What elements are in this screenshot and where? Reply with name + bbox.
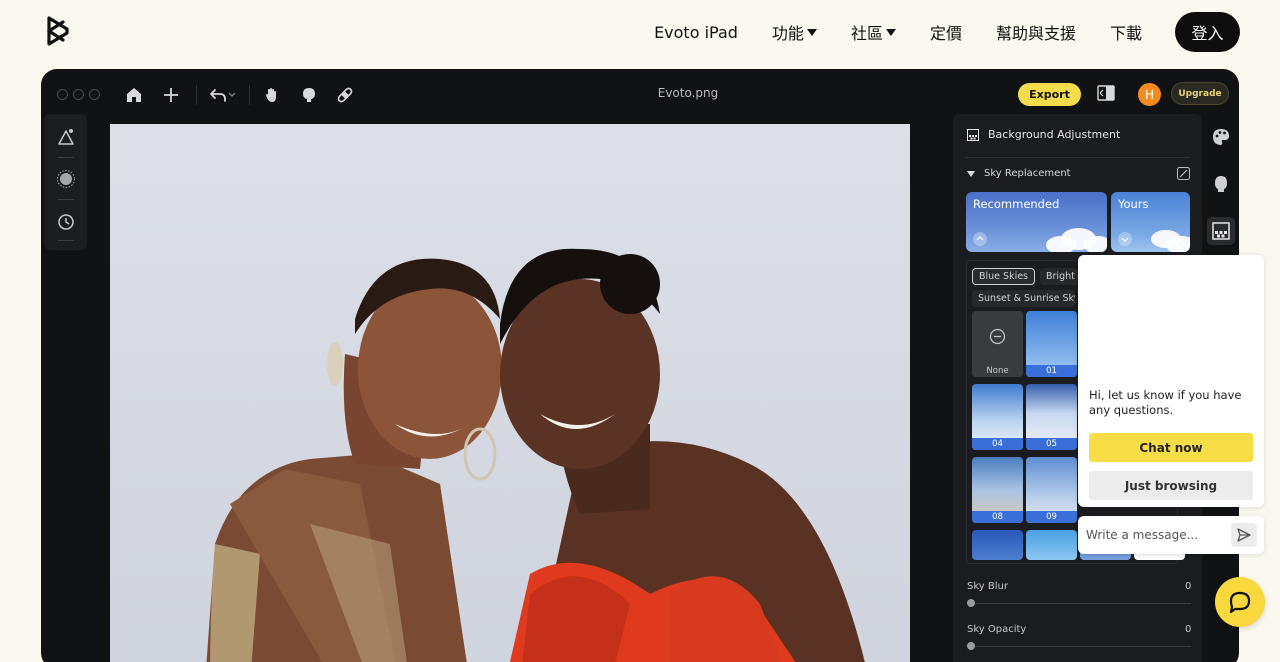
cloud-shape: [1166, 236, 1190, 252]
card-label: Recommended: [973, 197, 1060, 211]
file-name: Evoto.png: [657, 86, 719, 100]
just-browsing-button[interactable]: Just browsing: [1089, 471, 1253, 500]
panel-divider: [965, 157, 1190, 158]
cloud-shape: [1046, 236, 1076, 252]
portrait-photo: [206, 248, 865, 662]
panel-header: Background Adjustment: [967, 128, 1120, 141]
slider-label: Sky Blur: [967, 581, 1008, 592]
tool-divider: [58, 240, 74, 241]
chevron-down-icon: [1118, 232, 1132, 246]
slider-value: 0: [1185, 581, 1192, 592]
texture-sun-icon[interactable]: [56, 169, 76, 189]
login-button[interactable]: 登入: [1175, 12, 1240, 52]
sky-thumb-04[interactable]: 04: [972, 384, 1023, 450]
chat-message: Hi, let us know if you have any question…: [1089, 388, 1242, 417]
sky-thumb-05[interactable]: 05: [1026, 384, 1077, 450]
sky-thumb-none[interactable]: None: [972, 311, 1023, 377]
hand-pan-icon[interactable]: [260, 83, 284, 107]
sky-card-yours[interactable]: Yours: [1111, 192, 1190, 252]
window-maximize-dot[interactable]: [89, 89, 100, 100]
nav-evoto-ipad[interactable]: Evoto iPad: [654, 23, 738, 42]
chat-bubble-icon: [1229, 591, 1251, 614]
upgrade-button[interactable]: Upgrade: [1171, 82, 1229, 105]
thumb-label: 01: [1026, 365, 1077, 377]
sky-card-recommended[interactable]: Recommended: [966, 192, 1107, 252]
chip-bright[interactable]: Bright: [1040, 268, 1078, 285]
send-message-button[interactable]: [1231, 523, 1257, 547]
sky-thumb-09[interactable]: 09: [1026, 457, 1077, 523]
thumb-label: 04: [972, 438, 1023, 450]
chat-popup: Hi, let us know if you have any question…: [1078, 255, 1264, 507]
export-button[interactable]: Export: [1018, 83, 1081, 106]
user-avatar[interactable]: H: [1138, 83, 1161, 106]
nav-pricing[interactable]: 定價: [930, 20, 962, 44]
caret-down-icon: [806, 28, 817, 36]
chat-message-input[interactable]: [1086, 524, 1226, 546]
history-clock-icon[interactable]: [56, 212, 76, 232]
none-circle-icon: [989, 328, 1006, 345]
app-window: Evoto.png Export H Upgrade Background Ad…: [41, 69, 1239, 662]
background-grid-icon[interactable]: [1211, 221, 1231, 241]
chip-sunset-sunrise[interactable]: Sunset & Sunrise Sky: [972, 290, 1075, 307]
photo-canvas[interactable]: [110, 124, 910, 662]
sky-opacity-slider[interactable]: [967, 646, 1191, 647]
slider-label: Sky Opacity: [967, 624, 1027, 635]
nav-download[interactable]: 下載: [1110, 20, 1142, 44]
head-portrait-icon[interactable]: [1211, 174, 1231, 194]
chat-now-button[interactable]: Chat now: [1089, 433, 1253, 462]
undo-history-chevron-icon[interactable]: [225, 83, 239, 107]
thumb-label: None: [986, 366, 1009, 376]
site-navbar: Evoto iPad 功能 社區 定價 幫助與支援 下載 登入: [0, 0, 1280, 64]
sky-blur-slider-knob[interactable]: [967, 599, 975, 607]
nav-help-support[interactable]: 幫助與支援: [996, 20, 1076, 44]
panel-title: Background Adjustment: [988, 128, 1121, 141]
sky-replacement-toggle[interactable]: Sky Replacement: [967, 168, 1071, 179]
tool-divider: [58, 157, 74, 158]
sky-blur-slider[interactable]: [967, 603, 1191, 604]
caret-down-icon: [885, 28, 896, 36]
slider-value: 0: [1185, 624, 1192, 635]
window-close-dot[interactable]: [57, 89, 68, 100]
window-minimize-dot[interactable]: [73, 89, 84, 100]
home-icon[interactable]: [122, 83, 146, 107]
tool-divider: [58, 199, 74, 200]
chevron-up-icon: [973, 232, 987, 246]
thumb-label: 09: [1026, 511, 1077, 523]
edit-pencil-icon[interactable]: [1177, 167, 1190, 180]
face-retouch-icon[interactable]: [297, 83, 321, 107]
nav-community-dropdown[interactable]: 社區: [851, 20, 896, 44]
thumb-label: 05: [1026, 438, 1077, 450]
cloud-shape: [1084, 236, 1107, 252]
sky-opacity-slider-knob[interactable]: [967, 642, 975, 650]
chat-launcher-button[interactable]: [1215, 577, 1265, 627]
app-titlebar: Evoto.png Export H Upgrade: [41, 69, 1239, 119]
add-icon[interactable]: [159, 83, 183, 107]
sky-thumb-08[interactable]: 08: [972, 457, 1023, 523]
collapse-triangle-icon: [967, 170, 975, 177]
evoto-logo-icon[interactable]: [44, 14, 72, 48]
card-label: Yours: [1118, 197, 1149, 211]
send-arrow-icon: [1237, 528, 1251, 542]
palette-icon[interactable]: [1211, 127, 1231, 147]
bandage-heal-icon[interactable]: [333, 83, 357, 107]
left-tool-strip: [44, 114, 87, 250]
thumb-label: 08: [972, 511, 1023, 523]
chip-blue-skies[interactable]: Blue Skies: [972, 268, 1035, 285]
toolbar-divider: [249, 85, 250, 105]
adjust-triangle-icon[interactable]: [56, 127, 76, 147]
section-title: Sky Replacement: [984, 168, 1071, 179]
sky-thumb-next[interactable]: [972, 530, 1023, 560]
sky-thumb-01[interactable]: 01: [1026, 311, 1077, 377]
background-grid-icon: [967, 128, 979, 141]
chat-input-bar: [1078, 516, 1264, 554]
toolbar-divider: [196, 85, 197, 105]
sky-thumb-next[interactable]: [1026, 530, 1077, 560]
nav-features-dropdown[interactable]: 功能: [772, 20, 817, 44]
compare-split-icon[interactable]: [1097, 84, 1115, 102]
